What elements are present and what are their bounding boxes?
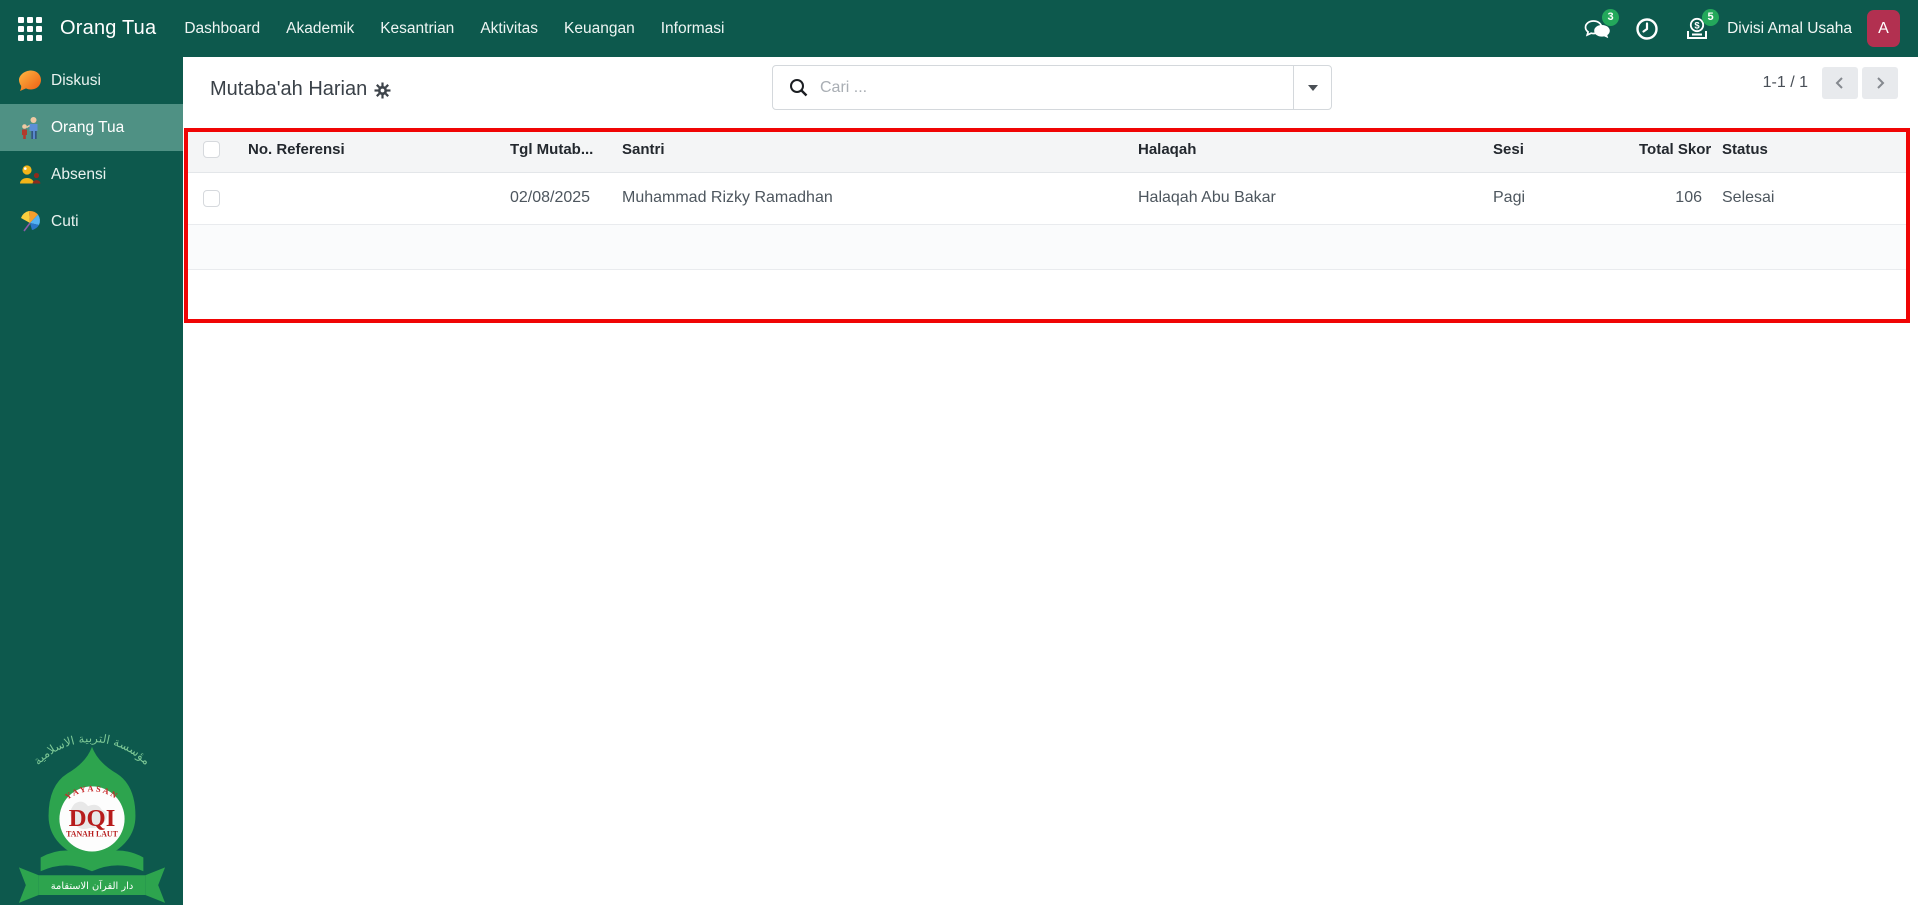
sidebar-item-diskusi[interactable]: Diskusi: [0, 57, 183, 104]
app-window: Orang Tua Dashboard Akademik Kesantrian …: [0, 0, 1918, 905]
timeoff-pinwheel-icon: [17, 209, 43, 235]
app-title[interactable]: Orang Tua: [60, 17, 156, 40]
menu-aktivitas[interactable]: Aktivitas: [480, 20, 538, 38]
table-header-row: No. Referensi Tgl Mutab... Santri Halaqa…: [184, 128, 1910, 173]
sidebar: Diskusi Orang Tua Absensi Cuti مؤسسة الت…: [0, 57, 183, 905]
user-avatar[interactable]: A: [1867, 10, 1900, 47]
control-panel: Mutaba'ah Harian Cari ... 1-1 / 1: [183, 57, 1918, 128]
list-view: No. Referensi Tgl Mutab... Santri Halaqa…: [184, 128, 1910, 315]
svg-text:TANAH LAUT: TANAH LAUT: [66, 830, 119, 839]
cell-tgl-mutabaah: 02/08/2025: [500, 172, 612, 225]
cell-santri: Muhammad Rizky Ramadhan: [612, 172, 1128, 225]
empty-blank-row: [184, 269, 1910, 315]
top-navbar: Orang Tua Dashboard Akademik Kesantrian …: [0, 0, 1918, 57]
breadcrumb: Mutaba'ah Harian: [210, 78, 391, 101]
messages-icon[interactable]: 3: [1583, 8, 1620, 43]
cell-status: Selesai: [1712, 172, 1910, 225]
menu-dashboard[interactable]: Dashboard: [184, 20, 260, 38]
collection-money-icon[interactable]: $ 5: [1683, 8, 1720, 43]
sidebar-item-label: Cuti: [51, 212, 79, 230]
header-halaqah[interactable]: Halaqah: [1128, 128, 1483, 173]
svg-text:DQI: DQI: [68, 805, 115, 832]
main-content: Mutaba'ah Harian Cari ... 1-1 / 1 No. Re…: [183, 57, 1918, 905]
menu-informasi[interactable]: Informasi: [661, 20, 725, 38]
header-sesi[interactable]: Sesi: [1483, 128, 1629, 173]
sidebar-item-label: Absensi: [51, 165, 107, 183]
main-menu: Dashboard Akademik Kesantrian Aktivitas …: [184, 20, 724, 38]
gear-actions-icon[interactable]: [374, 82, 391, 99]
search-bar: [772, 65, 1332, 110]
header-tgl-mutabaah[interactable]: Tgl Mutab...: [500, 128, 612, 173]
pager-previous-button[interactable]: [1822, 67, 1858, 99]
search-input[interactable]: [820, 78, 1293, 97]
sidebar-item-label: Diskusi: [51, 71, 101, 89]
apps-menu-icon[interactable]: [18, 16, 42, 41]
svg-text:دار القرآن الاستقامة: دار القرآن الاستقامة: [50, 879, 132, 892]
activities-clock-icon[interactable]: [1633, 15, 1661, 43]
row-select-cell: [184, 172, 238, 225]
pager: 1-1 / 1: [1763, 67, 1898, 99]
header-total-skor[interactable]: Total Skor: [1629, 128, 1712, 173]
search-icon: [789, 78, 808, 97]
select-all-checkbox[interactable]: [202, 141, 220, 159]
parents-people-icon: [17, 115, 43, 141]
header-status[interactable]: Status: [1712, 128, 1910, 173]
sidebar-item-absensi[interactable]: Absensi: [0, 151, 183, 198]
sidebar-item-orang-tua[interactable]: Orang Tua: [0, 104, 183, 151]
attendance-person-icon: [17, 162, 43, 188]
header-santri[interactable]: Santri: [612, 128, 1128, 173]
row-checkbox[interactable]: [202, 189, 220, 207]
cell-sesi: Pagi: [1483, 172, 1629, 225]
activities-count-badge: 5: [1702, 8, 1720, 26]
pager-next-button[interactable]: [1862, 67, 1898, 99]
messages-count-badge: 3: [1602, 8, 1620, 26]
cell-total-skor: 106: [1629, 172, 1712, 225]
pager-range-label: 1-1 / 1: [1762, 74, 1808, 91]
page-title: Mutaba'ah Harian: [210, 78, 368, 100]
chevron-down-icon: [1307, 84, 1318, 91]
sidebar-item-cuti[interactable]: Cuti: [0, 198, 183, 245]
select-all-header: [184, 128, 238, 173]
empty-stripe-row: [184, 224, 1910, 270]
svg-text:$: $: [1694, 20, 1700, 31]
user-company-label[interactable]: Divisi Amal Usaha: [1727, 20, 1852, 38]
menu-akademik[interactable]: Akademik: [286, 20, 354, 38]
sidebar-item-label: Orang Tua: [51, 118, 125, 136]
table-row[interactable]: 02/08/2025 Muhammad Rizky Ramadhan Halaq…: [184, 172, 1910, 225]
foundation-logo: مؤسسة التربية الاسلامية YAYASAN DQI TANA…: [0, 721, 183, 905]
menu-keuangan[interactable]: Keuangan: [564, 20, 635, 38]
navbar-right-systray: 3 $ 5 Divisi Amal Usaha A: [1561, 8, 1900, 47]
header-no-referensi[interactable]: No. Referensi: [238, 128, 500, 173]
search-filter-toggle[interactable]: [1293, 66, 1331, 109]
menu-kesantrian[interactable]: Kesantrian: [380, 20, 454, 38]
cell-halaqah: Halaqah Abu Bakar: [1128, 172, 1483, 225]
cell-no-referensi: [238, 172, 500, 225]
discuss-chat-icon: [17, 68, 43, 94]
